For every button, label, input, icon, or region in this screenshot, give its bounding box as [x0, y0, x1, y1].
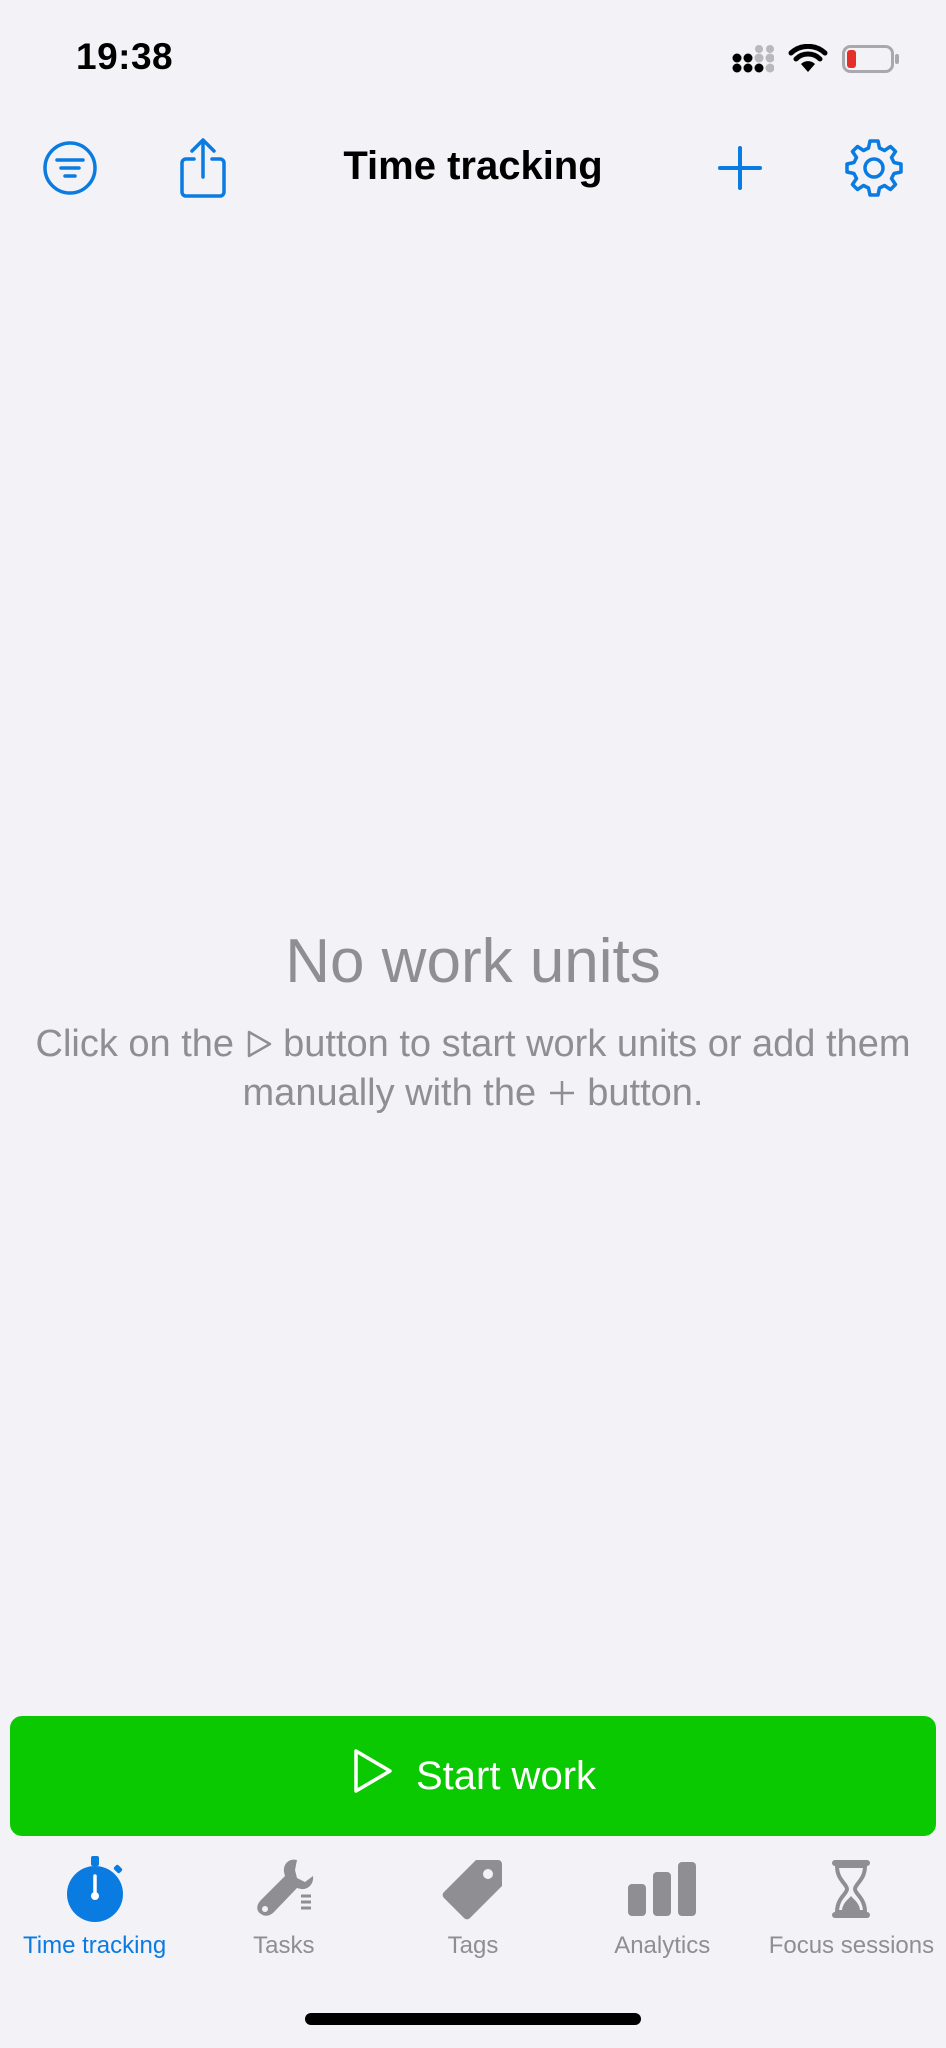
tab-focus-sessions[interactable]: Focus sessions	[757, 1852, 946, 1972]
tab-label: Time tracking	[23, 1932, 167, 1959]
wrench-icon	[247, 1852, 321, 1926]
page-title: Time tracking	[343, 144, 603, 188]
tab-analytics[interactable]: Analytics	[568, 1852, 757, 1972]
stopwatch-icon	[58, 1852, 132, 1926]
add-button[interactable]	[708, 138, 772, 202]
empty-state-message: Click on the button to start work units …	[30, 1020, 916, 1118]
status-icons	[732, 43, 900, 79]
empty-msg-part1: Click on the	[35, 1023, 245, 1065]
empty-msg-part3: button.	[576, 1072, 704, 1114]
status-bar: 19:38	[0, 0, 946, 120]
start-work-label: Start work	[415, 1753, 597, 1798]
start-work-button[interactable]: Start work	[10, 1716, 936, 1836]
hourglass-icon	[814, 1852, 888, 1926]
tag-icon	[436, 1852, 510, 1926]
bar-chart-icon	[625, 1852, 699, 1926]
home-indicator	[305, 2013, 641, 2025]
plus-icon	[715, 143, 765, 198]
wifi-icon	[788, 43, 828, 79]
tab-label: Analytics	[614, 1932, 711, 1959]
settings-button[interactable]	[842, 138, 906, 202]
tab-label: Tasks	[253, 1932, 315, 1959]
tab-label: Tags	[447, 1932, 499, 1959]
tab-label: Focus sessions	[768, 1932, 935, 1959]
tab-tasks[interactable]: Tasks	[189, 1852, 378, 1972]
status-time: 19:38	[76, 36, 174, 77]
plus-outline-icon	[547, 1072, 577, 1114]
battery-icon	[842, 44, 900, 79]
play-icon	[350, 1747, 394, 1805]
empty-state: No work units Click on the button to sta…	[30, 922, 916, 1118]
cellular-signal-icon	[732, 45, 775, 78]
tab-time-tracking[interactable]: Time tracking	[0, 1852, 189, 1972]
nav-bar: Time tracking	[0, 130, 946, 210]
play-outline-icon	[245, 1023, 273, 1065]
tab-tags[interactable]: Tags	[378, 1852, 567, 1972]
empty-state-title: No work units	[285, 927, 661, 996]
tab-bar: Time tracking Tasks Tags Analytics Focus…	[0, 1852, 946, 1972]
gear-icon	[845, 138, 903, 202]
